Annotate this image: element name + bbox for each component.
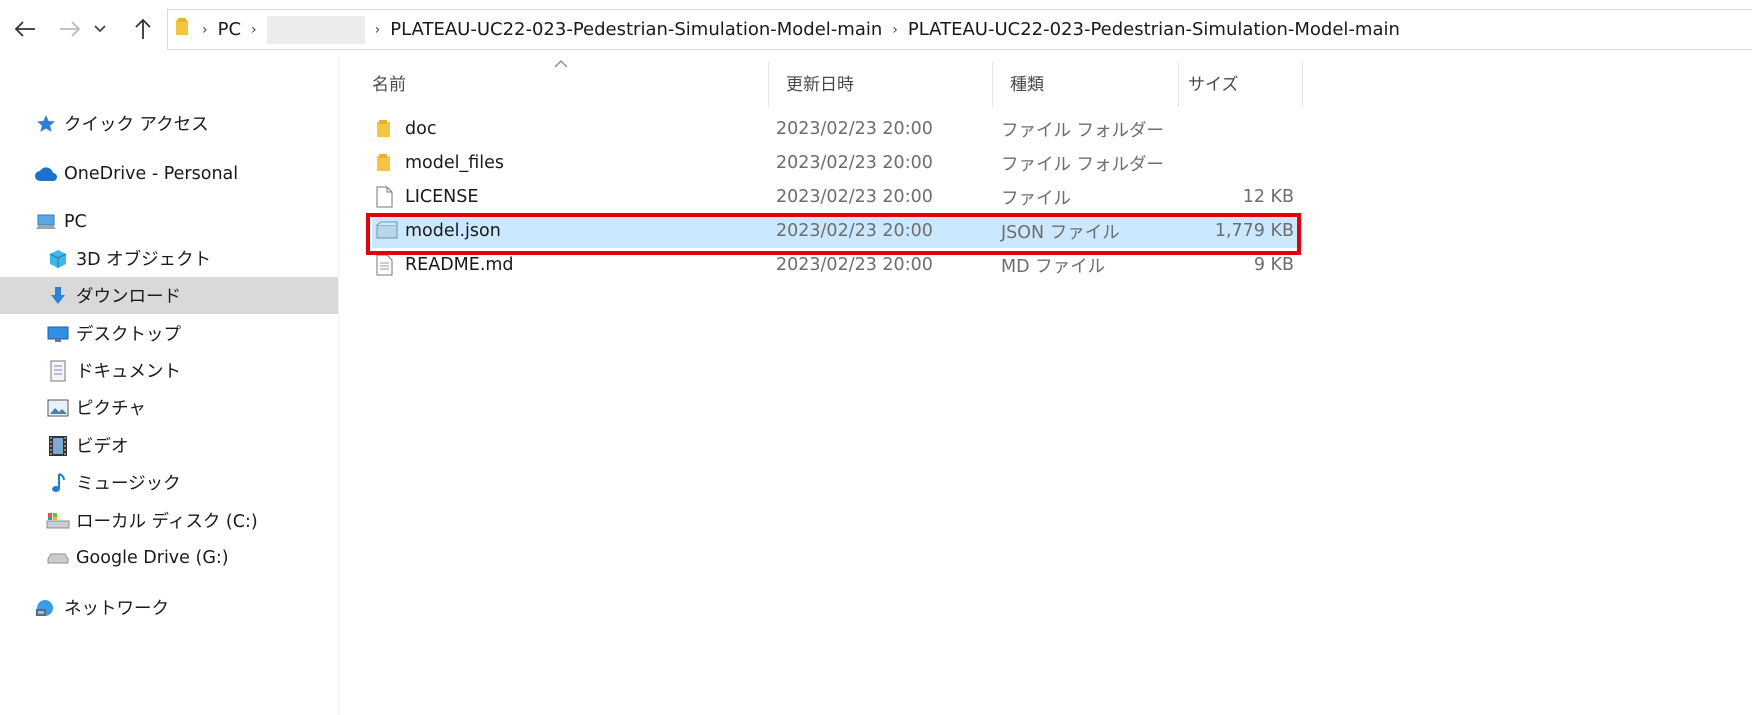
- file-type: ファイル フォルダー: [1001, 120, 1165, 141]
- file-size: 12 KB: [1242, 187, 1294, 207]
- file-type: MD ファイル: [1001, 256, 1106, 277]
- file-row-model-files[interactable]: model_files 2023/02/23 20:00 ファイル フォルダー: [346, 146, 1626, 180]
- sidebar-item-downloads[interactable]: ダウンロード: [0, 277, 338, 314]
- file-name: model_files: [405, 153, 505, 173]
- file-row-doc[interactable]: doc 2023/02/23 20:00 ファイル フォルダー: [346, 112, 1626, 146]
- music-icon: [46, 471, 70, 495]
- video-icon: [46, 434, 70, 458]
- column-header-type[interactable]: 種類: [992, 57, 1178, 107]
- sidebar-item-label: OneDrive - Personal: [64, 163, 239, 184]
- arrow-up-icon: [135, 18, 151, 39]
- file-size: 9 KB: [1253, 255, 1294, 275]
- arrow-left-icon: [14, 21, 35, 37]
- sidebar-item-3d-objects[interactable]: 3D オブジェクト: [0, 240, 338, 277]
- folder-icon: [174, 17, 192, 42]
- sidebar-item-videos[interactable]: ビデオ: [0, 427, 338, 464]
- sidebar-item-documents[interactable]: ドキュメント: [0, 352, 338, 389]
- cloud-icon: [34, 162, 58, 186]
- address-bar[interactable]: › PC › › PLATEAU-UC22-023-Pedestrian-Sim…: [167, 9, 1752, 50]
- chevron-right-icon: ›: [251, 21, 257, 38]
- file-row-readme[interactable]: README.md 2023/02/23 20:00 MD ファイル 9 KB: [346, 248, 1626, 282]
- file-size: [1186, 146, 1294, 180]
- sidebar-item-label: ネットワーク: [64, 599, 169, 619]
- sidebar-item-label: ミュージック: [76, 474, 181, 494]
- sidebar-item-label: クイック アクセス: [64, 115, 209, 135]
- folder-icon: [375, 146, 393, 180]
- file-modified: 2023/02/23 20:00: [776, 153, 933, 173]
- sidebar-item-music[interactable]: ミュージック: [0, 464, 338, 501]
- text-file-icon: [375, 248, 393, 282]
- breadcrumb-repo[interactable]: PLATEAU-UC22-023-Pedestrian-Simulation-M…: [390, 19, 882, 40]
- forward-button[interactable]: [55, 14, 85, 44]
- sidebar-item-label: ビデオ: [76, 437, 129, 457]
- json-file-icon: [375, 214, 399, 248]
- sidebar-item-label: Google Drive (G:): [76, 547, 229, 568]
- file-modified: 2023/02/23 20:00: [776, 255, 933, 275]
- file-name: README.md: [405, 255, 514, 275]
- file-size: [1186, 112, 1294, 146]
- sidebar-item-pictures[interactable]: ピクチャ: [0, 389, 338, 426]
- sidebar-item-onedrive[interactable]: OneDrive - Personal: [0, 155, 338, 192]
- file-name: doc: [405, 119, 437, 139]
- sidebar-item-label: ドキュメント: [76, 362, 181, 382]
- sidebar-item-desktop[interactable]: デスクトップ: [0, 315, 338, 352]
- chevron-right-icon: ›: [892, 21, 898, 38]
- desktop-icon: [46, 322, 70, 346]
- sidebar-item-network[interactable]: ネットワーク: [0, 589, 338, 626]
- picture-icon: [46, 396, 70, 420]
- back-button[interactable]: [10, 14, 40, 44]
- sidebar-item-label: 3D オブジェクト: [76, 250, 212, 270]
- breadcrumb-pc[interactable]: PC: [218, 19, 241, 40]
- chevron-right-icon: ›: [202, 21, 208, 38]
- sidebar-item-local-disk[interactable]: ローカル ディスク (C:): [0, 502, 338, 539]
- file-type: ファイル: [1001, 188, 1071, 209]
- sidebar-item-label: ピクチャ: [76, 399, 146, 419]
- folder-icon: [375, 112, 393, 146]
- recent-locations-button[interactable]: [90, 14, 110, 44]
- column-header-name[interactable]: 名前: [346, 57, 768, 107]
- navigation-bar: › PC › › PLATEAU-UC22-023-Pedestrian-Sim…: [0, 0, 1752, 57]
- column-header-modified[interactable]: 更新日時: [768, 57, 992, 107]
- column-header-size[interactable]: サイズ: [1178, 57, 1302, 107]
- sidebar-item-label: ダウンロード: [76, 287, 181, 307]
- breadcrumb-redacted[interactable]: [266, 15, 365, 44]
- file-modified: 2023/02/23 20:00: [776, 119, 933, 139]
- sidebar-item-quick-access[interactable]: クイック アクセス: [0, 105, 338, 142]
- file-row-license[interactable]: LICENSE 2023/02/23 20:00 ファイル 12 KB: [346, 180, 1626, 214]
- file-type: JSON ファイル: [1001, 222, 1120, 243]
- sidebar-item-google-drive[interactable]: Google Drive (G:): [0, 539, 338, 576]
- navigation-pane: クイック アクセス OneDrive - Personal PC 3D オブジェ…: [0, 57, 339, 715]
- drive-icon: [46, 509, 70, 533]
- chevron-right-icon: ›: [374, 21, 381, 38]
- file-modified: 2023/02/23 20:00: [776, 221, 933, 241]
- file-name: LICENSE: [405, 187, 479, 207]
- file-name: model.json: [405, 221, 501, 241]
- sidebar-item-label: デスクトップ: [76, 325, 181, 345]
- breadcrumb-repo-inner[interactable]: PLATEAU-UC22-023-Pedestrian-Simulation-M…: [908, 19, 1400, 40]
- file-row-model-json[interactable]: model.json 2023/02/23 20:00 JSON ファイル 1,…: [372, 214, 1302, 248]
- file-list: 名前 更新日時 種類 サイズ doc 2023/02/23 20:00 ファイル…: [346, 57, 1752, 715]
- sidebar-item-label: ローカル ディスク (C:): [76, 512, 258, 532]
- file-type: ファイル フォルダー: [1001, 154, 1165, 175]
- cube-icon: [46, 247, 70, 271]
- file-modified: 2023/02/23 20:00: [776, 187, 933, 207]
- document-icon: [46, 359, 70, 383]
- drive-icon: [46, 546, 70, 570]
- download-icon: [46, 284, 70, 308]
- arrow-right-icon: [60, 21, 81, 37]
- sidebar-item-pc[interactable]: PC: [0, 203, 338, 240]
- pc-icon: [34, 210, 58, 234]
- network-icon: [34, 596, 58, 620]
- sidebar-item-label: PC: [64, 211, 87, 232]
- up-button[interactable]: [128, 14, 158, 44]
- chevron-down-icon: [94, 25, 106, 33]
- column-divider[interactable]: [1302, 62, 1303, 107]
- file-size: 1,779 KB: [1214, 221, 1294, 241]
- file-icon: [375, 180, 393, 214]
- star-icon: [34, 112, 58, 136]
